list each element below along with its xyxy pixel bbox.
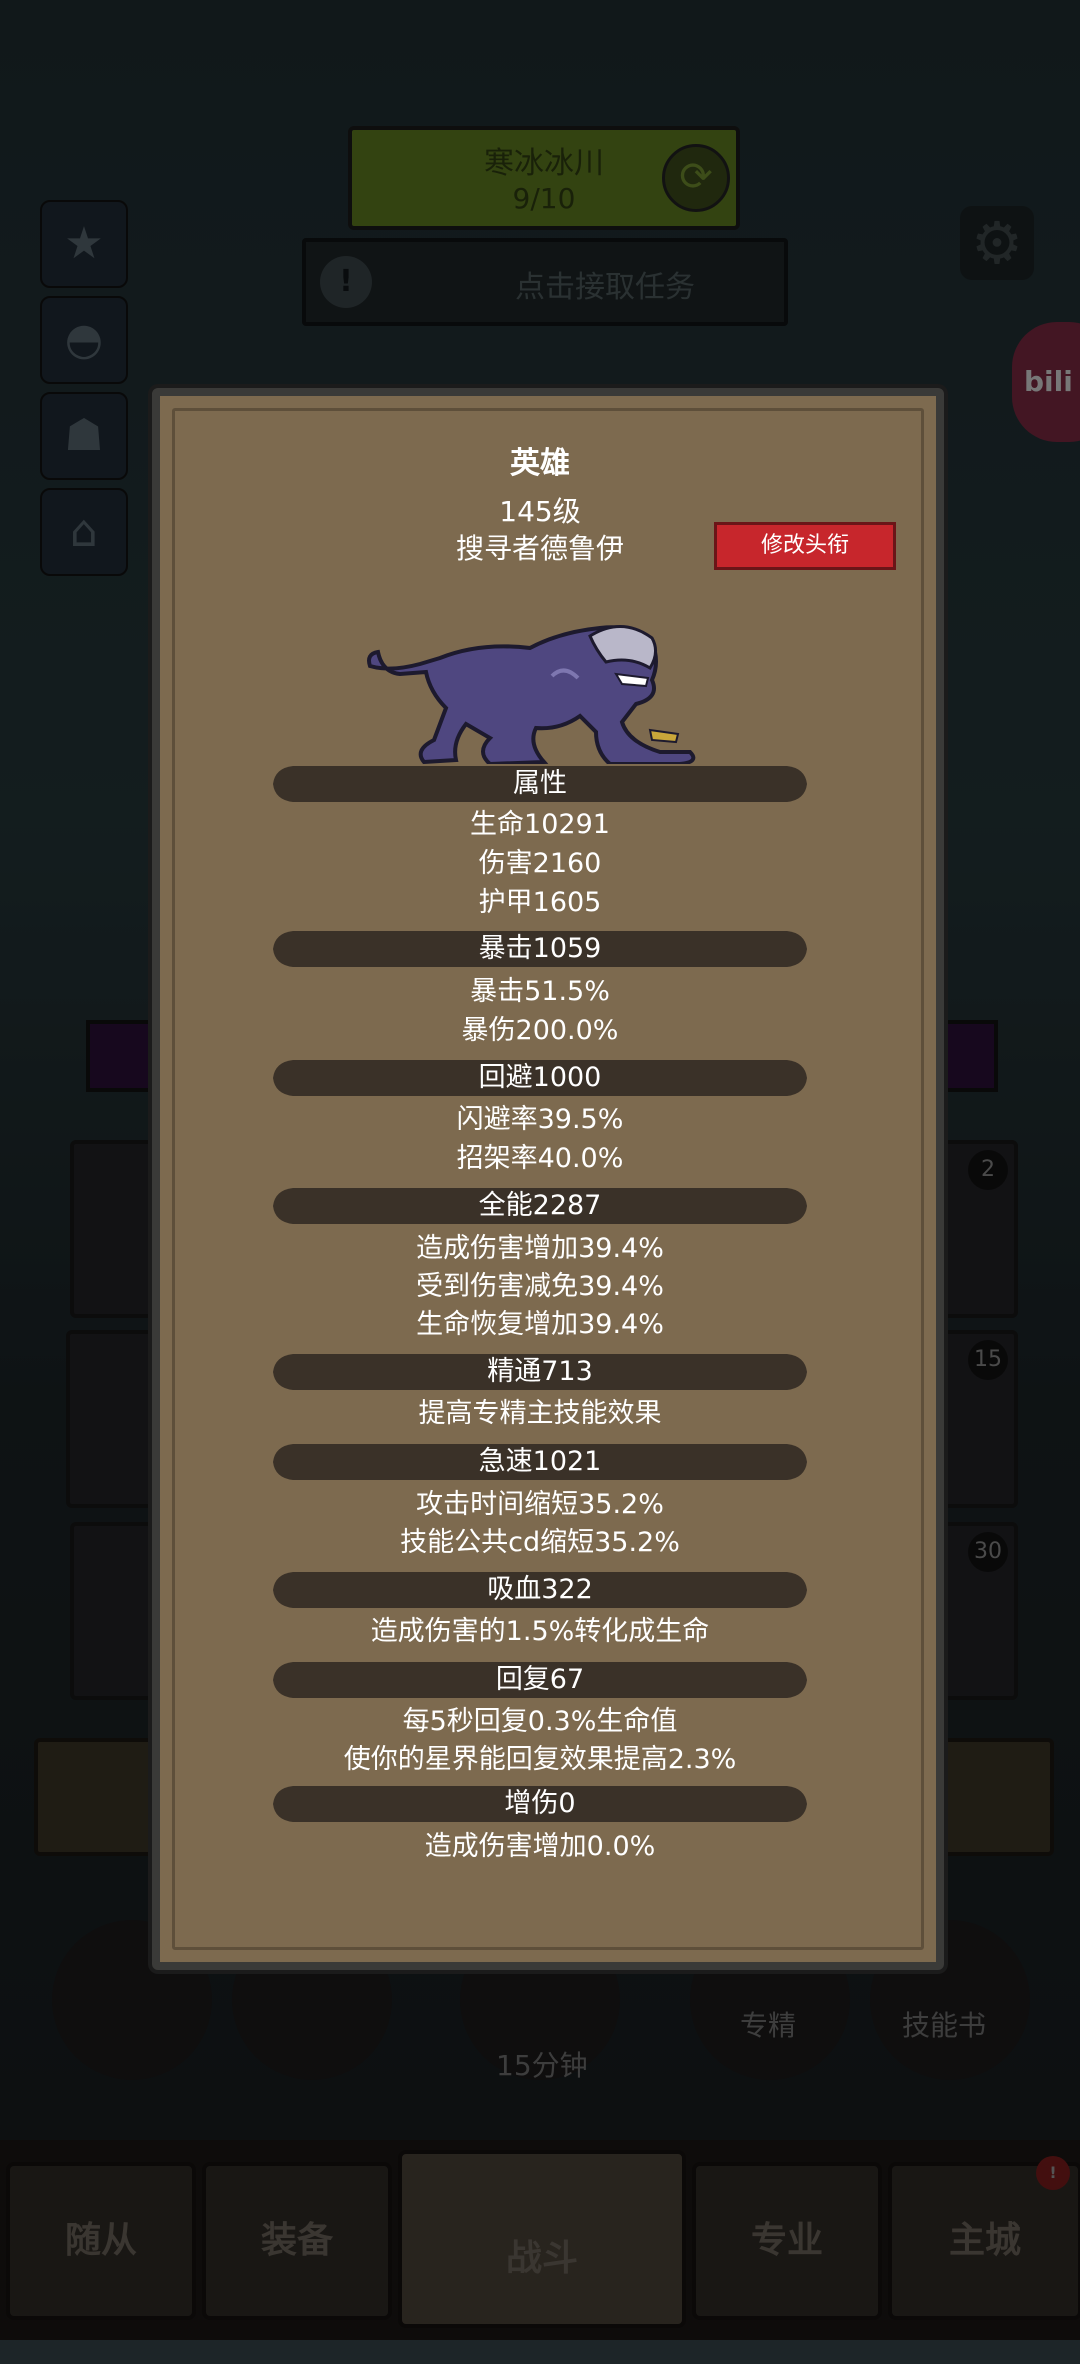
stat-band-evasion: 回避1000 xyxy=(271,1056,809,1100)
stat-header: 急速1021 xyxy=(478,1446,602,1477)
stat-band-haste: 急速1021 xyxy=(271,1440,809,1484)
stat-line: 护甲1605 xyxy=(478,887,602,918)
stat-line: 造成伤害的1.5%转化成生命 xyxy=(370,1616,710,1647)
stat-line: 伤害2160 xyxy=(478,848,602,879)
stat-line: 闪避率39.5% xyxy=(456,1104,624,1135)
hero-panther-portrait xyxy=(367,625,696,764)
stat-band-versatility: 全能2287 xyxy=(271,1184,809,1228)
stat-band-lifesteal: 吸血322 xyxy=(271,1568,809,1612)
stat-band-attributes: 属性 xyxy=(271,762,809,806)
hero-level: 145级 xyxy=(499,495,581,528)
stat-band-crit: 暴击1059 xyxy=(271,927,809,971)
stat-band-damage-bonus: 增伤0 xyxy=(271,1782,809,1826)
stat-header: 增伤0 xyxy=(504,1788,576,1819)
stat-band-mastery: 精通713 xyxy=(271,1350,809,1394)
hero-name: 搜寻者德鲁伊 xyxy=(455,532,624,565)
stat-header: 暴击1059 xyxy=(478,933,602,964)
stat-line: 受到伤害减免39.4% xyxy=(416,1271,664,1302)
stat-line: 生命10291 xyxy=(470,809,610,840)
stat-line: 使你的星界能回复效果提高2.3% xyxy=(343,1744,737,1775)
stat-header: 回避1000 xyxy=(478,1062,602,1093)
stat-header: 属性 xyxy=(513,768,567,799)
stat-header: 全能2287 xyxy=(478,1190,602,1221)
stat-line: 造成伤害增加39.4% xyxy=(416,1233,664,1264)
stat-header: 吸血322 xyxy=(487,1574,593,1605)
stat-line: 生命恢复增加39.4% xyxy=(416,1309,664,1340)
stat-line: 技能公共cd缩短35.2% xyxy=(400,1527,680,1558)
stat-header: 回复67 xyxy=(495,1664,585,1695)
stat-line: 提高专精主技能效果 xyxy=(418,1398,662,1429)
stat-band-regen: 回复67 xyxy=(271,1658,809,1702)
stat-line: 造成伤害增加0.0% xyxy=(424,1831,656,1862)
stat-line: 招架率40.0% xyxy=(456,1143,624,1174)
stat-line: 每5秒回复0.3%生命值 xyxy=(402,1706,678,1737)
stat-line: 暴击51.5% xyxy=(470,976,610,1007)
stat-line: 攻击时间缩短35.2% xyxy=(416,1489,664,1520)
stat-line: 暴伤200.0% xyxy=(461,1015,619,1046)
stat-header: 精通713 xyxy=(487,1356,593,1387)
rename-title-button[interactable]: 修改头衔 xyxy=(714,522,896,570)
modal-title: 英雄 xyxy=(510,446,570,481)
